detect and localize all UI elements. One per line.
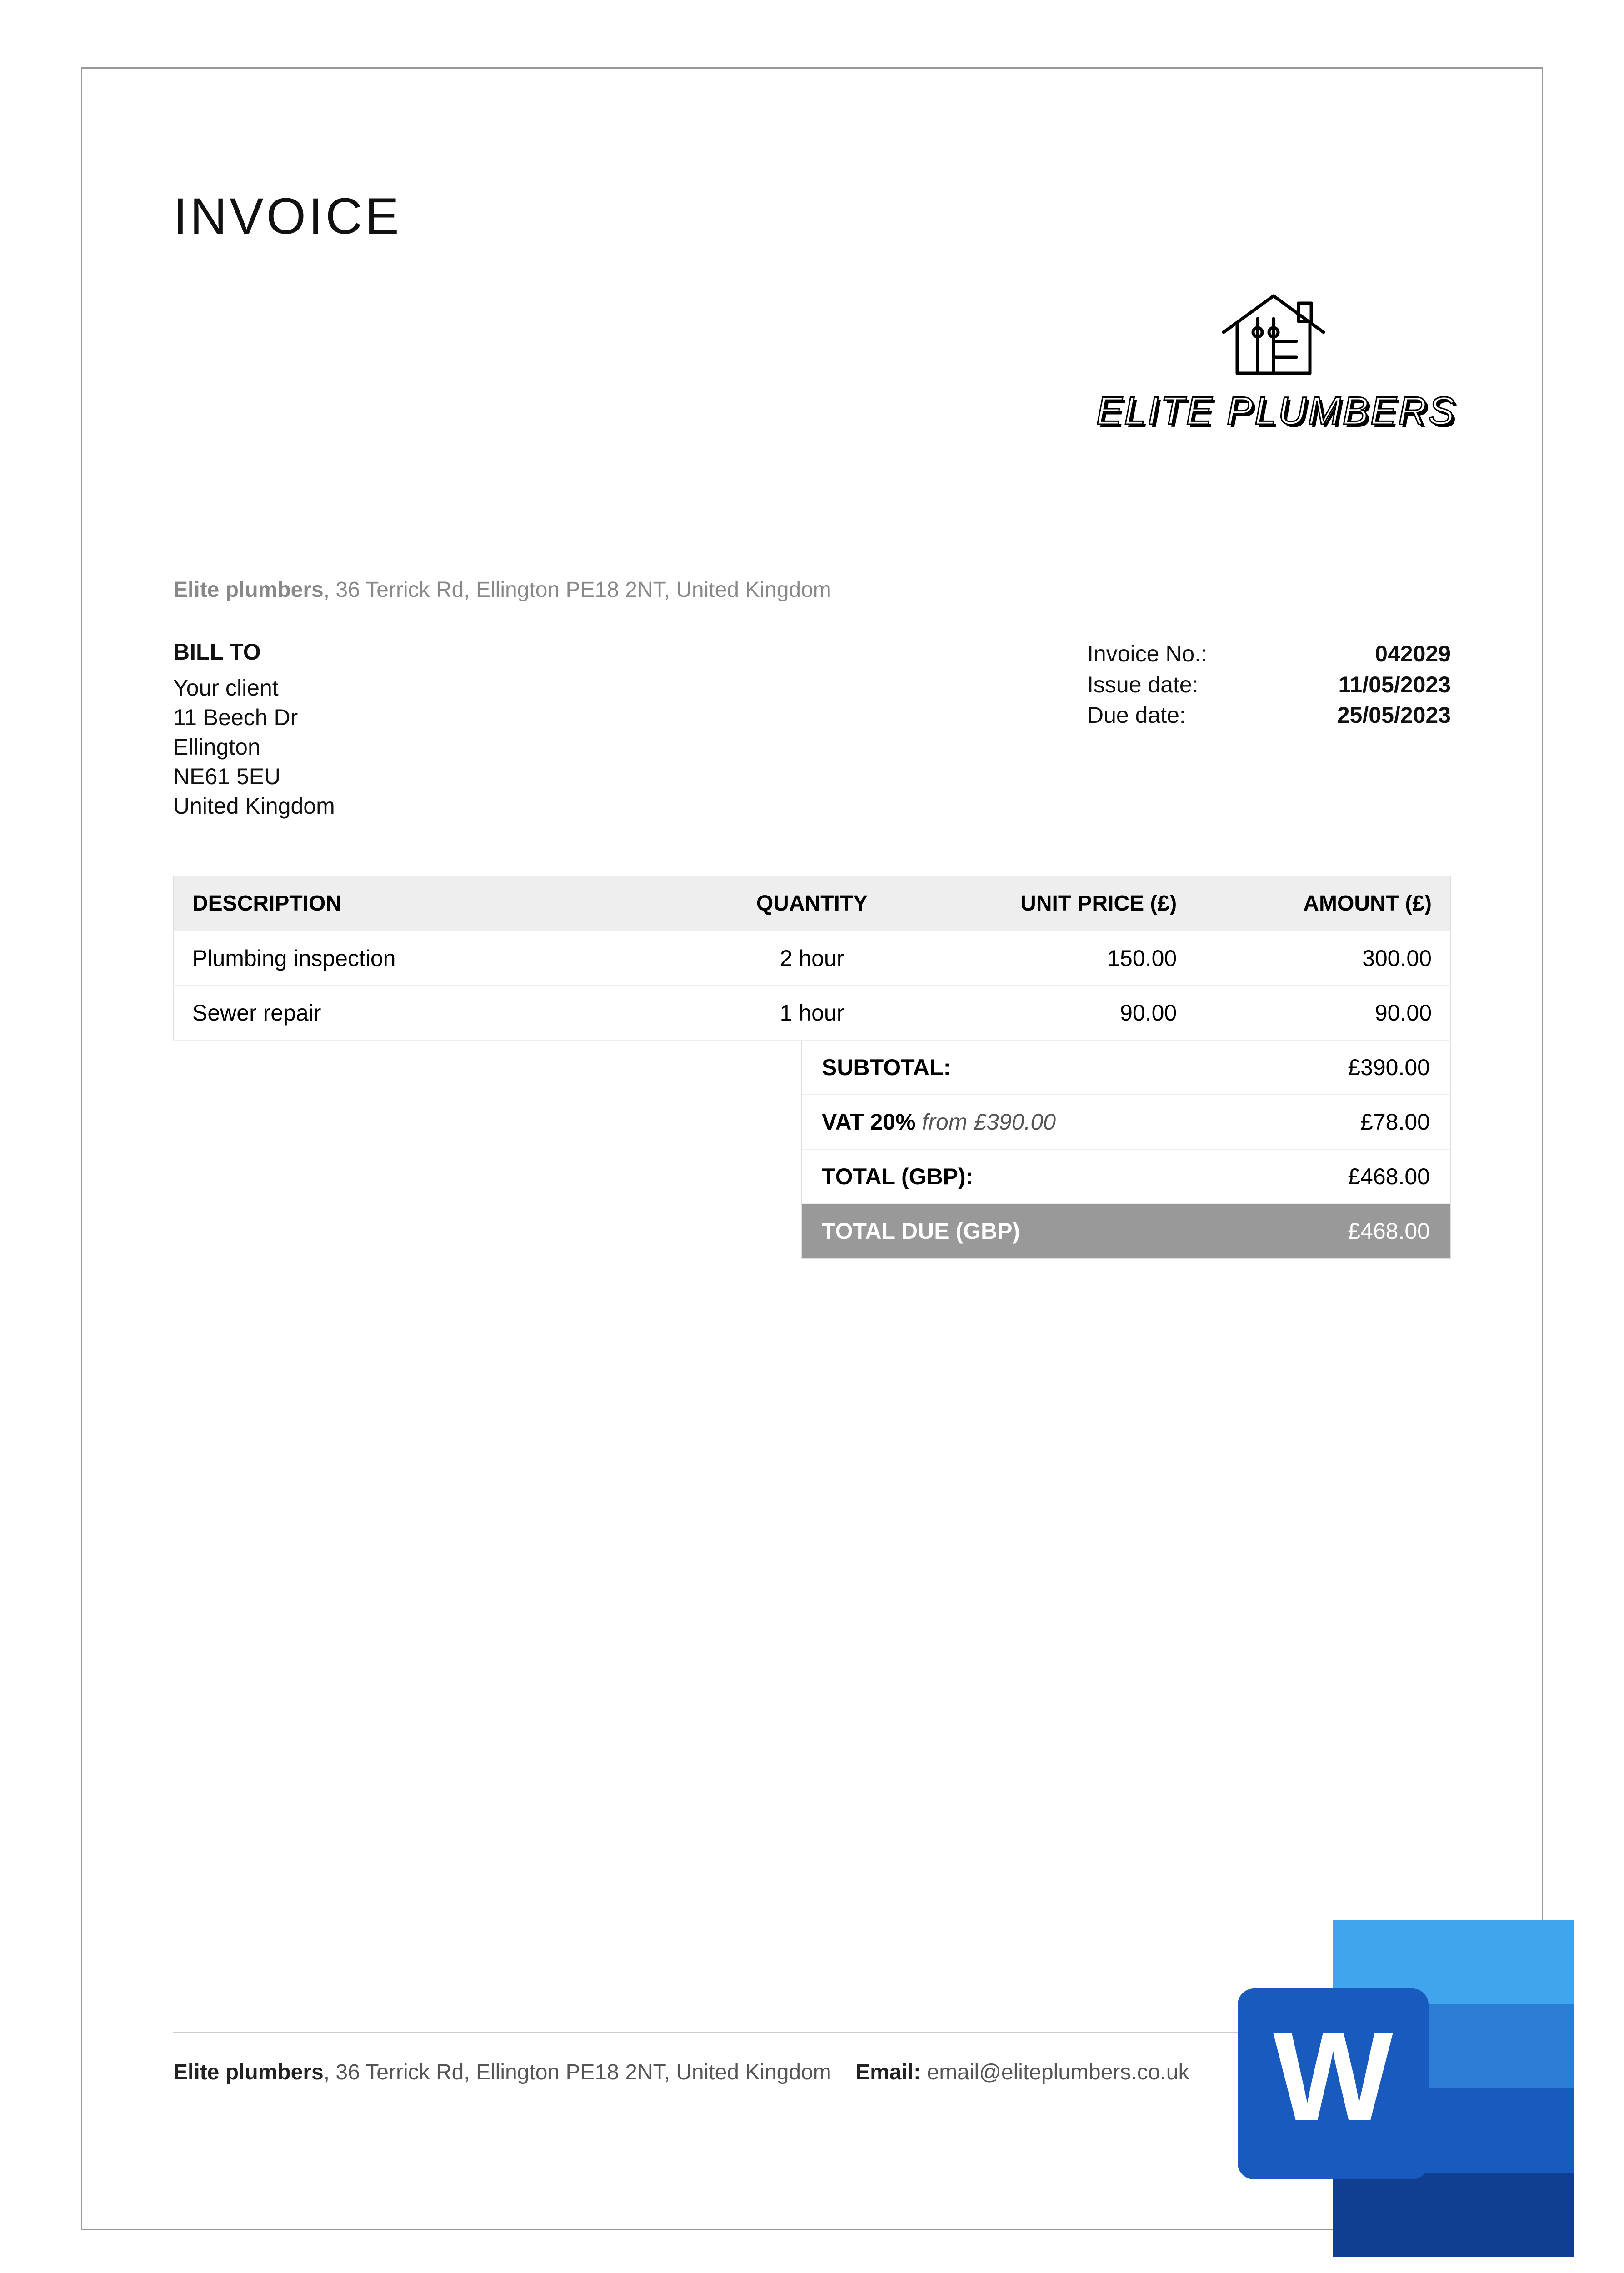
cell-desc: Sewer repair [174, 986, 685, 1040]
subtotal-label: SUBTOTAL: [822, 1054, 951, 1081]
issue-date-value: 11/05/2023 [1339, 670, 1451, 701]
totals-box: SUBTOTAL: £390.00 VAT 20% from £390.00 £… [801, 1041, 1451, 1259]
table-header-row: DESCRIPTION QUANTITY UNIT PRICE (£) AMOU… [174, 876, 1450, 931]
bill-to-block: BILL TO Your client 11 Beech Dr Ellingto… [173, 639, 335, 821]
col-amount: AMOUNT (£) [1195, 876, 1450, 931]
vat-value: £78.00 [1360, 1109, 1430, 1135]
footer-email-label: Email: [855, 2060, 921, 2084]
svg-text:W: W [1273, 2006, 1394, 2148]
col-unit-price: UNIT PRICE (£) [939, 876, 1195, 931]
invoice-document: INVOICE ELITE PLUMBERS Elite plumbers, 3… [81, 67, 1543, 2230]
client-street: 11 Beech Dr [173, 703, 335, 732]
invoice-meta: Invoice No.: 042029 Issue date: 11/05/20… [1087, 639, 1451, 821]
ms-word-icon: W [1219, 1920, 1574, 2257]
issue-date-label: Issue date: [1087, 670, 1199, 701]
cell-qty: 1 hour [685, 986, 940, 1040]
client-country: United Kingdom [173, 791, 335, 821]
invoice-no-value: 042029 [1375, 639, 1451, 670]
footer-company: Elite plumbers [173, 2060, 324, 2084]
footer-address: , 36 Terrick Rd, Ellington PE18 2NT, Uni… [324, 2060, 831, 2084]
logo-text: ELITE PLUMBERS [1096, 389, 1451, 434]
cell-amount: 90.00 [1195, 986, 1450, 1040]
footer-email: email@eliteplumbers.co.uk [921, 2060, 1189, 2084]
due-date-label: Due date: [1087, 700, 1186, 731]
total-due-value: £468.00 [1348, 1218, 1430, 1244]
total-value: £468.00 [1348, 1163, 1430, 1190]
client-postcode: NE61 5EU [173, 762, 335, 791]
col-quantity: QUANTITY [685, 876, 940, 931]
cell-amount: 300.00 [1195, 931, 1450, 986]
house-pipes-icon [1214, 287, 1333, 378]
client-name: Your client [173, 673, 335, 703]
seller-address-line: Elite plumbers, 36 Terrick Rd, Ellington… [173, 577, 1451, 602]
cell-unit: 150.00 [939, 931, 1195, 986]
total-due-label: TOTAL DUE (GBP) [822, 1218, 1020, 1244]
due-date-value: 25/05/2023 [1337, 700, 1451, 731]
invoice-no-label: Invoice No.: [1087, 639, 1207, 670]
table-row: Sewer repair 1 hour 90.00 90.00 [174, 986, 1450, 1040]
cell-unit: 90.00 [939, 986, 1195, 1040]
total-label: TOTAL (GBP): [822, 1163, 973, 1190]
table-row: Plumbing inspection 2 hour 150.00 300.00 [174, 931, 1450, 986]
subtotal-value: £390.00 [1348, 1054, 1430, 1081]
client-city: Ellington [173, 732, 335, 762]
cell-qty: 2 hour [685, 931, 940, 986]
page-title: INVOICE [173, 187, 1451, 245]
line-items-table: DESCRIPTION QUANTITY UNIT PRICE (£) AMOU… [173, 876, 1451, 1041]
seller-address: , 36 Terrick Rd, Ellington PE18 2NT, Uni… [324, 578, 831, 602]
bill-to-heading: BILL TO [173, 639, 335, 665]
cell-desc: Plumbing inspection [174, 931, 685, 986]
company-logo: ELITE PLUMBERS [1096, 287, 1451, 434]
seller-name: Elite plumbers [173, 578, 324, 602]
vat-label: VAT 20% from £390.00 [822, 1109, 1056, 1135]
col-description: DESCRIPTION [174, 876, 685, 931]
vat-from: from £390.00 [916, 1109, 1056, 1135]
